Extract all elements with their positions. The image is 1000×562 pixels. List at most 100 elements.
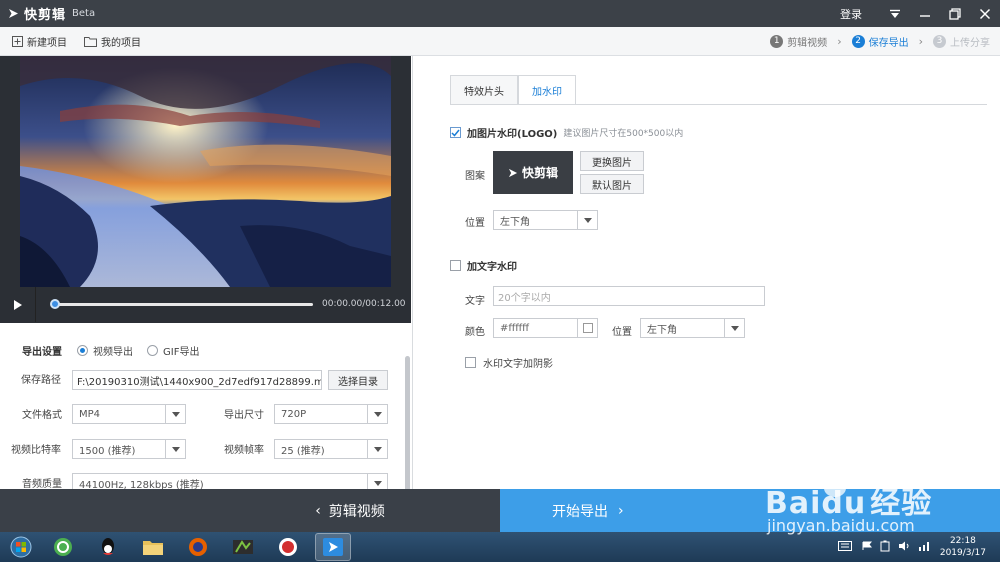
fps-select[interactable]: 25 (推荐)	[274, 439, 388, 459]
my-projects-button[interactable]: 我的项目	[84, 34, 141, 49]
dropdown-arrow-icon	[724, 319, 744, 337]
text-watermark-checkbox[interactable]: 加文字水印	[450, 258, 517, 273]
chevron-right-icon: ›	[618, 502, 624, 519]
position-label: 位置	[465, 218, 485, 229]
text-label: 文字	[465, 296, 485, 307]
back-to-edit-label: 剪辑视频	[328, 503, 385, 520]
back-to-edit-button[interactable]: ‹ 剪辑视频	[0, 489, 500, 532]
save-path-label: 保存路径	[21, 375, 61, 386]
tab-intro-effects[interactable]: 特效片头	[450, 75, 518, 105]
firefox-icon[interactable]	[180, 533, 216, 561]
chevron-right-icon: ›	[918, 34, 923, 48]
system-tray: 22:18 2019/3/17	[837, 532, 1000, 562]
text-position-label: 位置	[612, 327, 632, 338]
play-icon	[13, 299, 22, 310]
export-settings-title: 导出设置	[22, 347, 62, 358]
watermark-panel: 特效片头 加水印 加图片水印(LOGO) 建议图片尺寸在500*500以内 图案…	[412, 56, 1000, 489]
windows-logo-icon	[10, 536, 32, 558]
browser-360-icon[interactable]	[45, 533, 81, 561]
progress-track[interactable]	[54, 303, 313, 306]
dropdown-arrow-icon	[367, 474, 387, 489]
start-export-button[interactable]: 开始导出 ›	[500, 489, 1000, 532]
default-image-button[interactable]: 默认图片	[580, 174, 644, 194]
qq-icon[interactable]	[90, 533, 126, 561]
audio-select[interactable]: 44100Hz, 128kbps (推荐)	[72, 473, 388, 489]
pattern-label: 图案	[465, 171, 485, 182]
choose-dir-button[interactable]: 选择目录	[328, 370, 388, 390]
flag-icon[interactable]	[862, 541, 872, 554]
network-icon[interactable]	[918, 541, 930, 554]
volume-icon[interactable]	[898, 541, 910, 554]
shadow-checkbox[interactable]: 水印文字加阴影	[465, 355, 553, 370]
checkbox-unchecked	[450, 260, 461, 271]
start-button[interactable]	[6, 533, 36, 561]
radio-selected	[77, 345, 88, 356]
system-clock[interactable]: 22:18 2019/3/17	[940, 535, 986, 559]
chevron-left-icon: ‹	[315, 502, 321, 519]
size-select[interactable]: 720P	[274, 404, 388, 424]
menu-dropdown-button[interactable]	[880, 0, 910, 27]
my-projects-label: 我的项目	[101, 37, 141, 49]
dropdown-arrow-icon	[165, 405, 185, 423]
step-number: 3	[933, 34, 946, 48]
step-indicator: 1 剪辑视频 › 2 保存导出 › 3 上传分享	[770, 34, 990, 49]
play-button[interactable]	[0, 287, 36, 322]
video-export-label: 视频导出	[93, 347, 133, 358]
minimize-button[interactable]	[910, 0, 940, 27]
audio-label: 音频质量	[22, 479, 62, 489]
media-app-icon[interactable]	[225, 533, 261, 561]
color-picker[interactable]: #ffffff	[493, 318, 598, 338]
progress-handle[interactable]	[50, 299, 60, 309]
color-value: #ffffff	[500, 322, 530, 334]
close-button[interactable]	[970, 0, 1000, 27]
title-bar: 快剪辑 Beta 登录	[0, 0, 1000, 27]
login-link[interactable]: 登录	[840, 6, 862, 22]
clock-date: 2019/3/17	[939, 548, 986, 558]
step-label: 上传分享	[950, 37, 990, 49]
step-upload-share[interactable]: 3 上传分享	[933, 34, 990, 49]
video-export-radio[interactable]: 视频导出	[77, 343, 133, 358]
text-position-select[interactable]: 左下角	[640, 318, 745, 338]
export-settings: 导出设置 视频导出 GIF导出 保存路径 F:\20190310测试\1440x…	[0, 323, 411, 489]
start-export-label: 开始导出	[552, 503, 608, 520]
save-path-input[interactable]: F:\20190310测试\1440x900_2d7edf917d28899.m…	[72, 370, 322, 390]
tab-add-watermark[interactable]: 加水印	[518, 75, 576, 105]
watermark-text-input[interactable]: 20个字以内	[493, 286, 765, 306]
checkbox-unchecked	[465, 357, 476, 368]
step-number: 2	[851, 34, 865, 48]
restore-icon	[949, 7, 961, 20]
position-select[interactable]: 左下角	[493, 210, 598, 230]
image-watermark-checkbox[interactable]: 加图片水印(LOGO) 建议图片尺寸在500*500以内	[450, 125, 683, 140]
battery-icon[interactable]	[880, 540, 890, 555]
replace-image-button[interactable]: 更换图片	[580, 151, 644, 171]
dropdown-arrow-icon	[367, 440, 387, 458]
radio-unselected	[147, 345, 158, 356]
folder-icon	[84, 36, 97, 47]
step-save-export[interactable]: 2 保存导出	[851, 34, 909, 49]
position-value: 左下角	[500, 216, 530, 228]
logo-thumbnail-text: 快剪辑	[521, 166, 558, 180]
new-project-button[interactable]: 新建项目	[12, 34, 67, 49]
dropdown-arrow-icon	[367, 405, 387, 423]
menu-down-icon	[890, 9, 900, 18]
keyboard-icon[interactable]	[837, 540, 852, 554]
play-logo-icon	[9, 9, 18, 18]
format-select[interactable]: MP4	[72, 404, 186, 424]
bitrate-select[interactable]: 1500 (推荐)	[72, 439, 186, 459]
dropdown-arrow-icon	[165, 440, 185, 458]
gif-export-radio[interactable]: GIF导出	[147, 343, 199, 358]
text-watermark-label: 加文字水印	[467, 262, 517, 273]
gif-export-label: GIF导出	[163, 347, 200, 358]
checkbox-checked	[450, 127, 461, 138]
time-display: 00:00.00/00:12.00	[322, 299, 406, 309]
preview-panel: 00:00.00/00:12.00 导出设置 视频导出 GIF导出 保存路径 F…	[0, 56, 411, 532]
new-project-label: 新建项目	[27, 37, 67, 49]
maximize-button[interactable]	[940, 0, 970, 27]
bitrate-value: 1500 (推荐)	[79, 445, 136, 457]
minimize-icon	[920, 14, 930, 17]
step-edit-video[interactable]: 1 剪辑视频	[770, 34, 827, 49]
recorder-icon[interactable]	[270, 533, 306, 561]
step-label: 剪辑视频	[787, 37, 828, 49]
file-explorer-icon[interactable]	[135, 533, 171, 561]
kuaijianji-taskbar-icon[interactable]	[315, 533, 351, 561]
